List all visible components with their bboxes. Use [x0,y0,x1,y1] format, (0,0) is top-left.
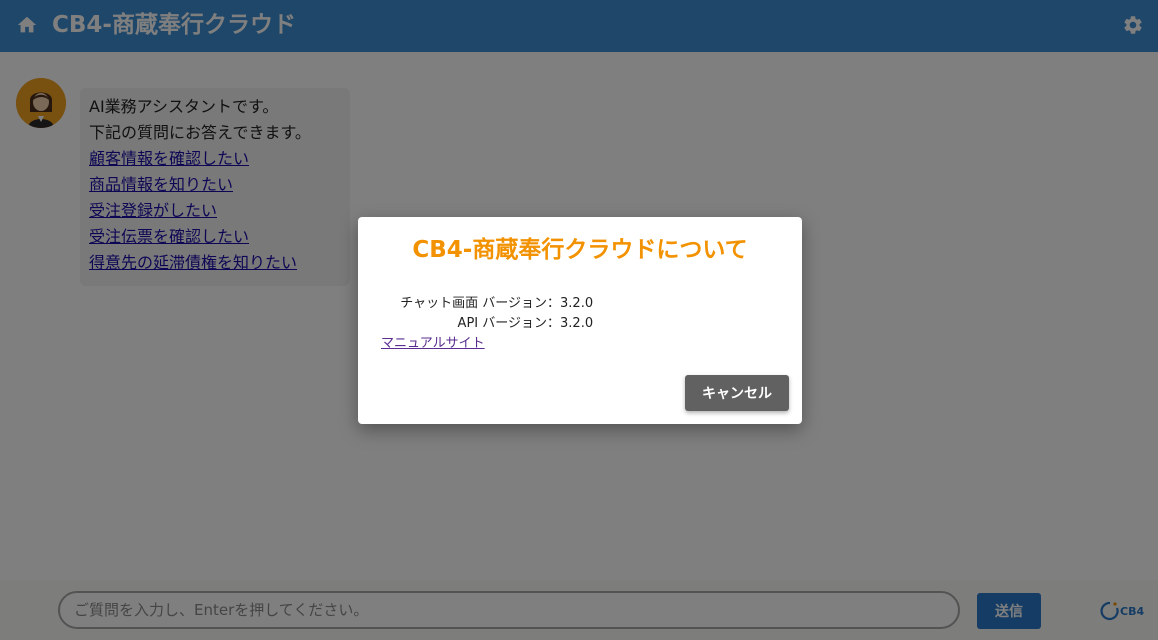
version-row-api: API バージョン ： 3.2.0 [381,314,594,334]
version-label: API バージョン [457,316,547,331]
version-label: チャット画面 バージョン [400,296,547,311]
modal-overlay[interactable]: CB4-商蔵奉行クラウドについて チャット画面 バージョン ： 3.2.0 AP… [0,0,1158,640]
cancel-button[interactable]: キャンセル [685,375,789,411]
version-row-chat: チャット画面 バージョン ： 3.2.0 [381,294,593,314]
app-window: CB4-商蔵奉行クラウド AI業務アシスタントです。 下記の質問にお答えできます… [0,0,1158,640]
version-value: 3.2.0 [560,316,594,331]
version-separator: ： [547,296,561,311]
version-value: 3.2.0 [560,296,594,311]
manual-site-link[interactable]: マニュアルサイト [381,334,485,354]
version-info: チャット画面 バージョン ： 3.2.0 API バージョン ： 3.2.0 マ… [381,294,593,354]
dialog-title: CB4-商蔵奉行クラウドについて [412,237,748,263]
version-separator: ： [547,316,561,331]
about-dialog: CB4-商蔵奉行クラウドについて チャット画面 バージョン ： 3.2.0 AP… [358,217,802,424]
